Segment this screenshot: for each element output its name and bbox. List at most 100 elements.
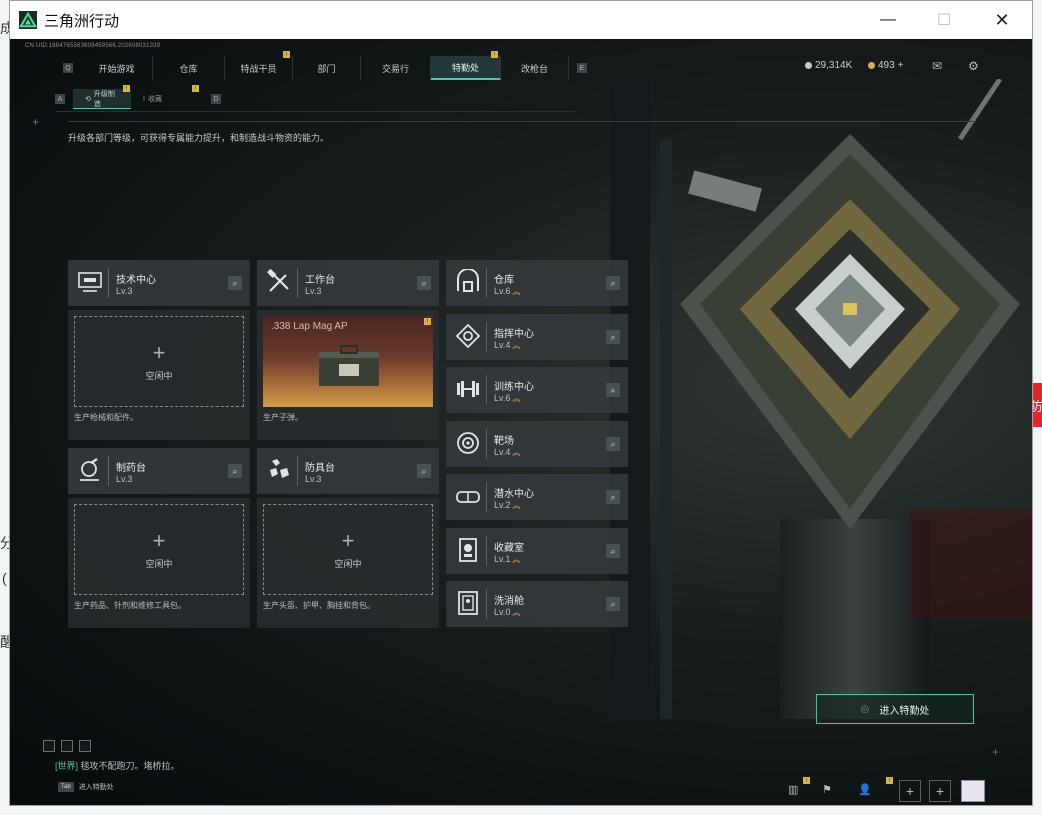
subtab-collection[interactable]: I 收藏! [131,85,203,109]
facility-shooting-range[interactable]: 靶场 Lv.4 ︽ ⌕ [446,421,628,467]
stats-chart-icon[interactable]: ▥ [788,783,798,796]
notification-badge: ! [192,85,199,92]
nav-prev-q-icon[interactable]: Q [63,63,73,73]
chat-message[interactable]: [世界] 毯攻不配跑刀。堵桥拉。 [55,759,180,772]
upgrade-arrow-icon: ︽ [512,341,521,350]
upgrade-arrow-icon: ︽ [512,448,521,457]
tab-hint[interactable]: Tab 进入特勤处 [58,782,114,792]
plus-icon: + [152,527,166,553]
station-tech-center-panel[interactable]: + 空闲中 生产枪械和配件。 [68,310,250,440]
tab-trading[interactable]: 交易行 [361,56,431,80]
card-divider [486,536,487,566]
invite-slot-button[interactable]: + [899,780,921,802]
notification-badge: ! [886,777,893,784]
subtab-upgrade-craft[interactable]: ⟲ 升级制造! [73,85,131,109]
station-armor-panel[interactable]: + 空闲中 生产头盔、护甲、胸挂和背包。 [257,498,439,628]
ammo-box-image [319,345,379,386]
facility-collection-room[interactable]: 收藏室 Lv.1 ︽ ⌕ [446,528,628,574]
station-tech-center[interactable]: 技术中心 Lv.3 ⌕ [68,260,250,306]
settings-gear-icon[interactable]: ⚙ [968,59,979,73]
avatar[interactable] [961,780,985,802]
subnav-next-icon[interactable]: D [211,94,221,104]
production-slot[interactable]: + 空闲中 [74,316,244,407]
flag-icon[interactable]: ⚑ [822,783,832,796]
notification-badge: ! [424,318,431,325]
facility-name: 洗消舱 [494,596,524,607]
tab-start-game[interactable]: 开始游戏 [81,56,153,80]
coin-icon [805,62,812,69]
enter-special-ops-button[interactable]: ◎ 进入特勤处 [816,694,974,724]
tab-warehouse[interactable]: 仓库 [153,56,225,80]
chat-channel-toggle[interactable] [43,740,55,752]
invite-slot-button[interactable]: + [929,780,951,802]
search-icon[interactable]: ⌕ [228,276,242,290]
search-icon[interactable]: ⌕ [606,437,620,451]
main-nav: Q 开始游戏 仓库 特战干员! 部门 交易行 特勤处! 改枪台 E [55,51,595,80]
plus-icon: + [341,527,355,553]
tab-department[interactable]: 部门 [293,56,361,80]
production-slot[interactable]: + 空闲中 [74,504,244,595]
facility-training-center[interactable]: 训练中心 Lv.6 ︽ ⌕ [446,367,628,413]
search-icon[interactable]: ⌕ [417,464,431,478]
uid-label: CN UID:1684765583609459566,202608031339 [25,43,161,49]
search-icon[interactable]: ⌕ [606,330,620,344]
slot-status: 空闲中 [334,558,362,569]
notification-badge: ! [283,51,290,58]
search-icon[interactable]: ⌕ [417,276,431,290]
station-pharmacy[interactable]: 制药台 Lv.3 ⌕ [68,448,250,494]
station-workbench-panel[interactable]: .338 Lap Mag AP ! 生产子弹。 [257,310,439,440]
corner-mark: + [992,745,1000,759]
friends-icon[interactable]: 👤 [858,783,872,796]
close-button[interactable]: ✕ [976,1,1028,39]
chat-channel-toggle[interactable] [79,740,91,752]
facility-warehouse[interactable]: 仓库 Lv.6 ︽ ⌕ [446,260,628,306]
facility-decontamination[interactable]: 洗消舱 Lv.0 ︽ ⌕ [446,581,628,627]
notification-badge: ! [123,85,130,92]
gold-amount: 493 [878,60,895,71]
tab-label: 特勤处 [451,62,479,73]
station-workbench[interactable]: 工作台 Lv.3 ⌕ [257,260,439,306]
search-icon[interactable]: ⌕ [606,276,620,290]
station-armor[interactable]: 防具台 Lv.3 ⌕ [257,448,439,494]
divider [68,121,976,122]
facility-level: Lv.6 ︽ [494,393,520,404]
tab-gunsmith[interactable]: 改枪台 [501,56,569,80]
production-slot[interactable]: + 空闲中 [263,504,433,595]
game-viewport: CN UID:1684765583609459566,202608031339 … [10,39,1032,805]
facility-level-text: Lv.4 [494,340,511,350]
search-icon[interactable]: ⌕ [606,544,620,558]
facility-dive-center[interactable]: 潜水中心 Lv.2 ︽ ⌕ [446,474,628,520]
search-icon[interactable]: ⌕ [606,490,620,504]
search-icon[interactable]: ⌕ [606,383,620,397]
armor-icon [270,459,289,478]
enter-button-label: 进入特勤处 [879,705,930,717]
tab-label: 交易行 [381,63,409,74]
minimize-button[interactable]: — [862,1,914,39]
station-level: Lv.3 [305,286,322,296]
maximize-button[interactable]: ☐ [918,1,970,39]
search-icon[interactable]: ⌕ [228,464,242,478]
chat-channel-toggle[interactable] [61,740,73,752]
microscope-icon [80,458,99,481]
card-divider [297,268,298,298]
facility-command-center[interactable]: 指挥中心 Lv.4 ︽ ⌕ [446,314,628,360]
currency-coins: 29,314K [805,60,852,71]
slot-status: 空闲中 [145,558,173,569]
game-logo-icon [19,11,37,29]
tab-operators[interactable]: 特战干员! [225,51,293,80]
search-icon[interactable]: ⌕ [606,597,620,611]
station-pharmacy-panel[interactable]: + 空闲中 生产药品、针剂和维修工具包。 [68,498,250,628]
background-text: ( [2,570,7,586]
station-level: Lv.3 [305,474,322,484]
facility-level: Lv.4 ︽ [494,447,520,458]
subnav-prev-icon[interactable]: A [55,94,65,104]
tab-key: Tab [58,782,74,792]
station-level: Lv.3 [116,474,133,484]
add-gold-button[interactable]: + [898,60,904,71]
nav-next-e-icon[interactable]: E [577,63,587,73]
facility-name: 指挥中心 [494,329,534,340]
tab-special-ops[interactable]: 特勤处! [431,51,501,80]
mail-icon[interactable]: ✉ [932,59,942,73]
card-divider [108,268,109,298]
production-slot-active[interactable]: .338 Lap Mag AP ! [263,316,433,407]
